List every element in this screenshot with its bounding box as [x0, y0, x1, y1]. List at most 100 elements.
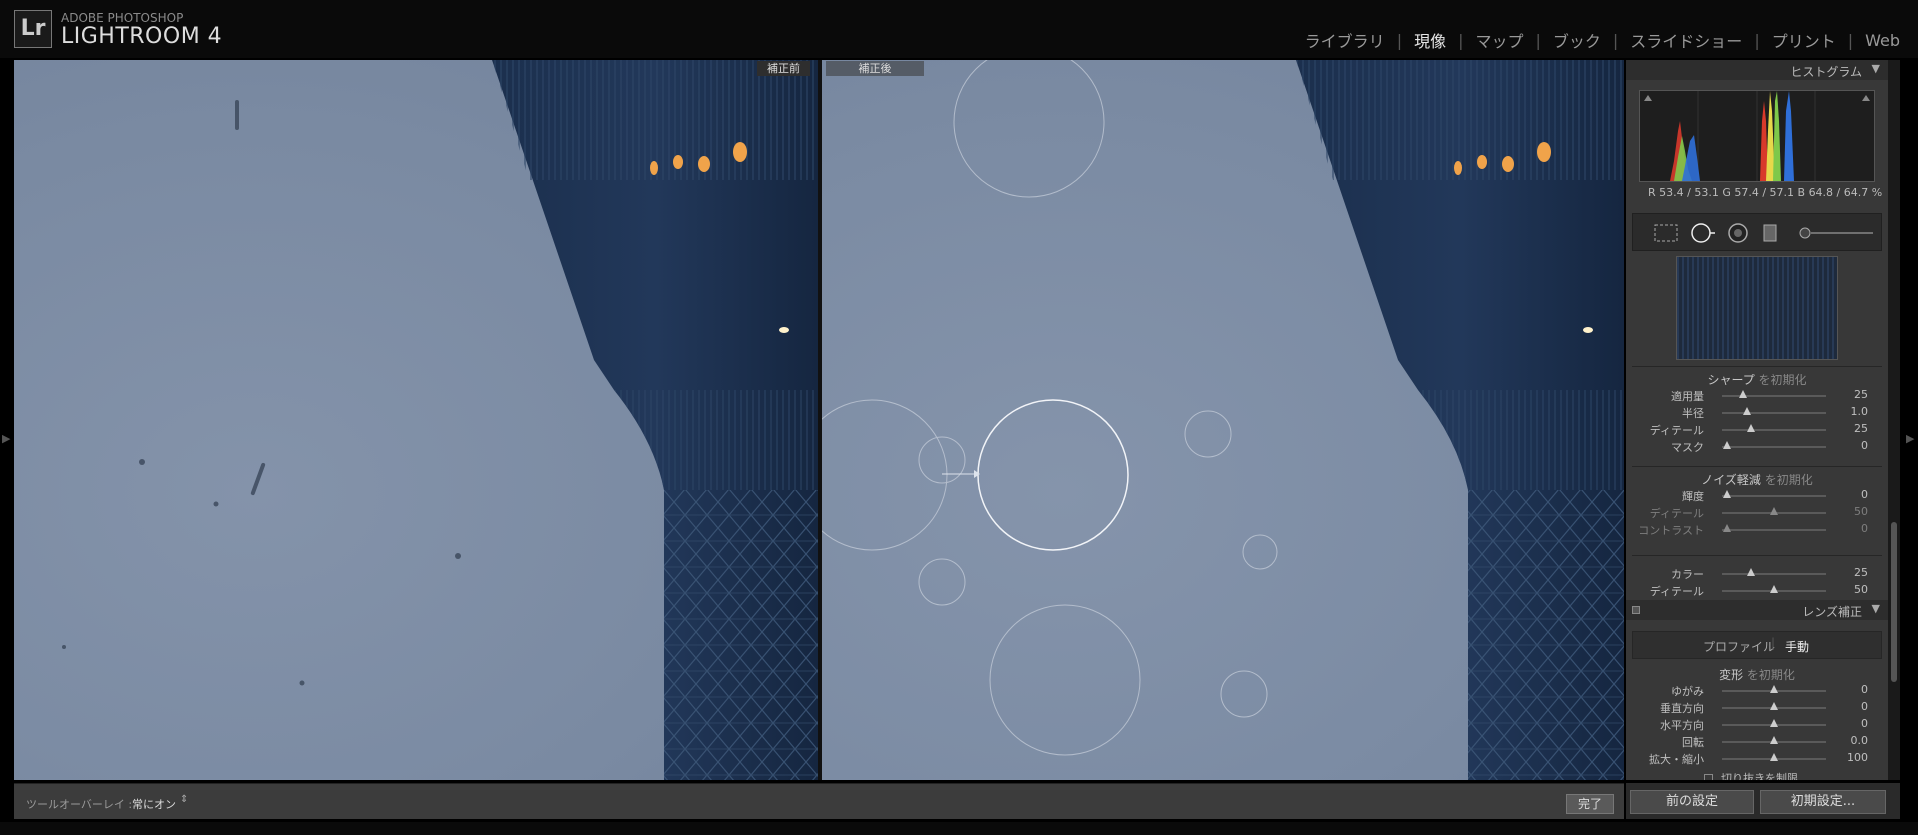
slider-value[interactable]: 0	[1861, 522, 1868, 535]
slider-row[interactable]: ディテール 50	[1626, 504, 1888, 520]
slider-thumb[interactable]	[1723, 490, 1732, 498]
slider-thumb[interactable]	[1747, 424, 1756, 432]
tab-profile[interactable]: プロファイル	[1703, 638, 1775, 655]
previous-settings-button[interactable]: 前の設定	[1630, 790, 1754, 814]
slider-value[interactable]: 50	[1854, 505, 1868, 518]
before-pane[interactable]: 補正前	[14, 60, 818, 780]
module-6[interactable]: Web	[1863, 31, 1902, 50]
slider-track[interactable]	[1722, 495, 1826, 497]
slider-value[interactable]: 25	[1854, 566, 1868, 579]
after-pane[interactable]: 補正後	[822, 60, 1624, 780]
tab-manual[interactable]: 手動	[1785, 638, 1809, 655]
module-1[interactable]: 現像	[1412, 28, 1448, 52]
histogram-header[interactable]: ヒストグラム ▼	[1626, 60, 1888, 80]
slider-thumb[interactable]	[1770, 507, 1778, 515]
module-5[interactable]: プリント	[1770, 28, 1838, 52]
slider-thumb[interactable]	[1770, 585, 1778, 593]
slider-row[interactable]: 輝度 0	[1626, 487, 1888, 503]
slider-label: ゆがみ	[1671, 685, 1704, 698]
slider-track[interactable]	[1722, 429, 1826, 431]
right-panel-toggle-icon[interactable]: ▶	[1906, 432, 1914, 445]
lens-correction-title: レンズ補正	[1802, 605, 1862, 619]
module-2[interactable]: マップ	[1473, 28, 1525, 52]
noise-title-text: ノイズ軽減	[1701, 473, 1761, 487]
slider-value[interactable]: 25	[1854, 422, 1868, 435]
slider-row[interactable]: 適用量 25	[1626, 387, 1888, 403]
slider-thumb[interactable]	[1738, 390, 1747, 398]
slider-thumb[interactable]	[1770, 685, 1778, 693]
slider-track[interactable]	[1722, 446, 1826, 448]
slider-track[interactable]	[1722, 573, 1826, 575]
slider-value[interactable]: 50	[1854, 583, 1868, 596]
slider-thumb[interactable]	[1770, 753, 1778, 761]
lens-tabs: プロファイル | 手動	[1632, 631, 1882, 659]
chevron-updown-icon[interactable]: ⇕	[180, 794, 188, 805]
slider-thumb[interactable]	[1770, 719, 1778, 727]
done-button[interactable]: 完了	[1566, 794, 1614, 814]
slider-value[interactable]: 0.0	[1851, 734, 1869, 747]
reset-button[interactable]: 初期設定...	[1760, 790, 1886, 814]
sharpen-title: シャープ を初期化	[1626, 371, 1888, 388]
checkbox[interactable]	[1704, 774, 1713, 780]
slider-value[interactable]: 0	[1861, 488, 1868, 501]
slider-value[interactable]: 0	[1861, 439, 1868, 452]
histogram[interactable]	[1639, 90, 1875, 182]
left-panel-toggle-icon[interactable]: ▶	[2, 432, 10, 445]
slider-label: マスク	[1671, 441, 1704, 454]
slider-thumb[interactable]	[1770, 736, 1778, 744]
slider-track[interactable]	[1722, 395, 1826, 397]
module-separator: |	[1847, 30, 1854, 50]
lens-correction-header[interactable]: レンズ補正 ▼	[1626, 600, 1888, 620]
slider-row[interactable]: 回転 0.0	[1626, 733, 1888, 749]
slider-row[interactable]: マスク 0	[1626, 438, 1888, 454]
slider-value[interactable]: 0	[1861, 717, 1868, 730]
noise-reset-link[interactable]: を初期化	[1765, 473, 1813, 487]
slider-thumb[interactable]	[1723, 441, 1732, 449]
module-separator: |	[1396, 30, 1403, 50]
slider-thumb[interactable]	[1747, 568, 1756, 576]
scrollbar-thumb[interactable]	[1891, 522, 1897, 682]
collapse-triangle-icon[interactable]: ▼	[1872, 602, 1880, 615]
slider-row[interactable]: ゆがみ 0	[1626, 682, 1888, 698]
photo-canvas[interactable]: 補正前 補正後	[14, 60, 1624, 780]
slider-track[interactable]	[1722, 412, 1826, 414]
divider	[1632, 366, 1882, 367]
right-panel-scrollbar[interactable]	[1888, 60, 1900, 780]
spot-removal-icon[interactable]	[1689, 222, 1717, 244]
after-label: 補正後	[826, 61, 924, 76]
histogram-title: ヒストグラム	[1790, 65, 1862, 79]
slider-row[interactable]: カラー 25	[1626, 565, 1888, 581]
panel-toggle-switch[interactable]	[1632, 606, 1640, 614]
module-3[interactable]: ブック	[1551, 28, 1603, 52]
slider-thumb[interactable]	[1723, 524, 1732, 532]
adjustment-brush-icon[interactable]	[1797, 222, 1875, 244]
slider-row[interactable]: 水平方向 0	[1626, 716, 1888, 732]
detail-preview[interactable]	[1676, 256, 1838, 360]
slider-value[interactable]: 1.0	[1851, 405, 1869, 418]
slider-row[interactable]: ディテール 50	[1626, 582, 1888, 598]
slider-thumb[interactable]	[1742, 407, 1751, 415]
slider-value[interactable]: 100	[1847, 751, 1868, 764]
slider-value[interactable]: 0	[1861, 700, 1868, 713]
module-0[interactable]: ライブラリ	[1303, 28, 1387, 52]
rgb-readout: R 53.4 / 53.1 G 57.4 / 57.1 B 64.8 / 64.…	[1648, 186, 1883, 199]
slider-label: ディテール	[1649, 424, 1704, 437]
slider-thumb[interactable]	[1770, 702, 1778, 710]
slider-row[interactable]: 拡大・縮小 100	[1626, 750, 1888, 766]
transform-reset-link[interactable]: を初期化	[1747, 668, 1795, 682]
slider-row[interactable]: コントラスト 0	[1626, 521, 1888, 537]
graduated-filter-icon[interactable]	[1761, 222, 1779, 244]
slider-row[interactable]: 半径 1.0	[1626, 404, 1888, 420]
tool-overlay-select[interactable]: 常にオン	[132, 796, 176, 812]
slider-row[interactable]: 垂直方向 0	[1626, 699, 1888, 715]
slider-track[interactable]	[1722, 529, 1826, 531]
slider-value[interactable]: 0	[1861, 683, 1868, 696]
slider-row[interactable]: ディテール 25	[1626, 421, 1888, 437]
collapse-triangle-icon[interactable]: ▼	[1872, 62, 1880, 75]
red-eye-icon[interactable]	[1727, 222, 1749, 244]
constrain-crop-checkbox[interactable]: 切り抜きを制限	[1704, 770, 1798, 780]
module-4[interactable]: スライドショー	[1628, 28, 1744, 52]
crop-icon[interactable]	[1653, 222, 1679, 244]
slider-value[interactable]: 25	[1854, 388, 1868, 401]
sharpen-reset-link[interactable]: を初期化	[1759, 373, 1807, 387]
